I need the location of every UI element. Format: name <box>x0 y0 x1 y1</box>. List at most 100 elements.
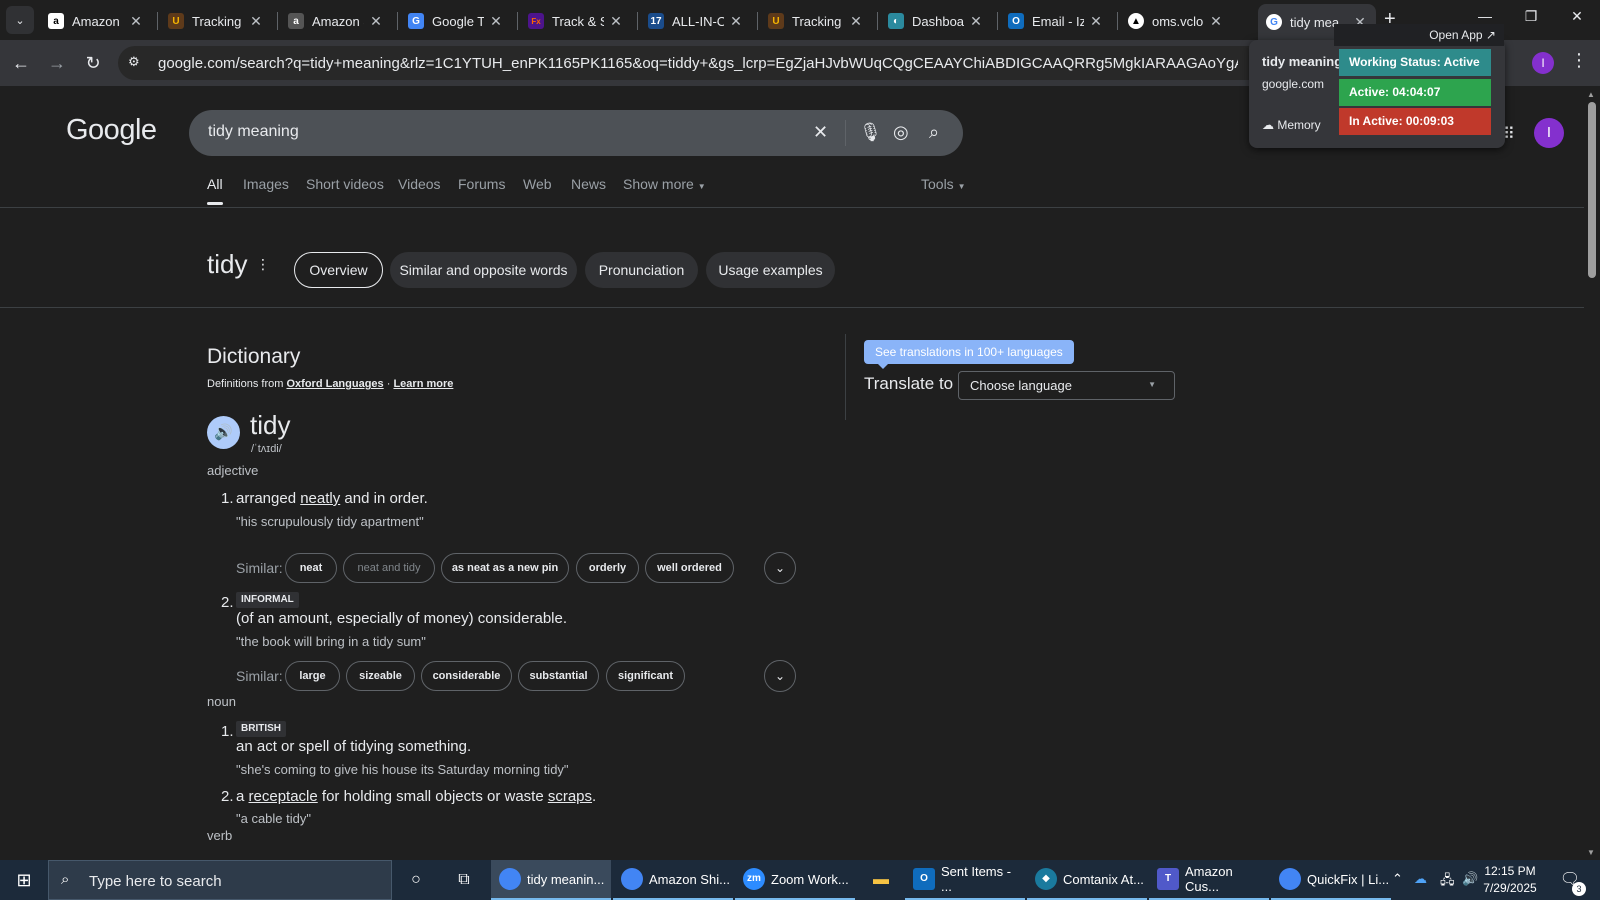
notification-center-icon[interactable]: 🗨 3 <box>1556 866 1586 896</box>
expand-chevron-icon[interactable]: ⌄ <box>764 552 796 584</box>
chrome-icon <box>621 868 643 890</box>
similar-chip[interactable]: considerable <box>421 661 512 691</box>
nav-tab-forums[interactable]: Forums <box>458 176 505 192</box>
language-select[interactable]: Choose language ▼ <box>958 371 1175 400</box>
taskbar-clock[interactable]: 12:15 PM 7/29/2025 <box>1475 863 1545 897</box>
expand-chevron-icon[interactable]: ⌄ <box>764 660 796 692</box>
close-icon[interactable]: ✕ <box>848 13 864 30</box>
close-icon[interactable]: ✕ <box>1088 13 1104 30</box>
file-explorer-icon[interactable]: ▬ <box>857 860 905 900</box>
tab-amazon[interactable]: a Amazon ✕ <box>40 6 152 36</box>
url-text[interactable]: google.com/search?q=tidy+meaning&rlz=1C1… <box>158 55 1238 72</box>
taskbar-app-label: Comtanix At... <box>1063 871 1144 887</box>
scrollbar-thumb[interactable] <box>1588 102 1596 278</box>
close-icon[interactable]: ✕ <box>128 13 144 30</box>
chip-similar-opposite[interactable]: Similar and opposite words <box>390 252 577 288</box>
clear-icon[interactable]: ✕ <box>813 122 828 143</box>
browser-profile-avatar[interactable]: I <box>1532 52 1554 74</box>
scroll-up-icon[interactable]: ▲ <box>1587 90 1595 99</box>
google-account-avatar[interactable]: I <box>1534 118 1564 148</box>
reload-button[interactable]: ↻ <box>80 50 106 76</box>
onedrive-icon[interactable]: ☁ <box>1414 871 1427 887</box>
search-icon[interactable]: ⌕ <box>929 122 939 143</box>
similar-chip[interactable]: neat and tidy <box>343 553 435 583</box>
tab-tracking-ups-2[interactable]: U Tracking | ✕ <box>760 6 872 36</box>
close-icon[interactable]: ✕ <box>968 13 984 30</box>
tab-tracking-ups[interactable]: U Tracking | ✕ <box>160 6 272 36</box>
taskbar-app-comtanix[interactable]: ◆ Comtanix At... <box>1027 860 1147 900</box>
similar-chip[interactable]: neat <box>285 553 337 583</box>
tab-track-fedex[interactable]: Fx Track & S ✕ <box>520 6 632 36</box>
taskbar-app-outlook[interactable]: O Sent Items - ... <box>905 860 1025 900</box>
similar-chip[interactable]: significant <box>606 661 685 691</box>
windows-start-icon[interactable]: ⊞ <box>0 860 48 900</box>
search-box[interactable]: tidy meaning ✕ 🎙 ◎ ⌕ <box>189 110 963 156</box>
back-button[interactable]: ← <box>8 50 34 76</box>
page-scrollbar[interactable]: ▲ ▼ <box>1584 86 1600 860</box>
receptacle-link[interactable]: receptacle <box>249 788 318 805</box>
nav-tab-show-more[interactable]: Show more ▼ <box>623 176 706 192</box>
tab-oms[interactable]: ▲ oms.vclou ✕ <box>1120 6 1232 36</box>
taskbar-app-teams[interactable]: T Amazon Cus... <box>1149 860 1269 900</box>
similar-chip[interactable]: orderly <box>576 553 639 583</box>
taskbar-app-zoom[interactable]: zm Zoom Work... <box>735 860 855 900</box>
tab-google-translate[interactable]: G Google Tr ✕ <box>400 6 512 36</box>
restore-button[interactable]: ❐ <box>1508 8 1554 25</box>
tab-amazon-s[interactable]: a Amazon S ✕ <box>280 6 392 36</box>
chip-overview[interactable]: Overview <box>294 252 383 288</box>
similar-chip[interactable]: substantial <box>518 661 599 691</box>
site-info-icon[interactable]: ⚙ <box>128 54 146 72</box>
chip-pronunciation[interactable]: Pronunciation <box>585 252 698 288</box>
scraps-link[interactable]: scraps <box>548 788 592 805</box>
task-view-icon[interactable]: ⧉ <box>440 860 488 900</box>
lens-icon[interactable]: ◎ <box>893 122 909 143</box>
neatly-link[interactable]: neatly <box>300 490 340 507</box>
browser-menu-icon[interactable]: ⋮ <box>1570 50 1588 71</box>
network-icon[interactable]: 🖧 <box>1440 871 1455 893</box>
oxford-link[interactable]: Oxford Languages <box>286 378 383 390</box>
similar-chip[interactable]: large <box>285 661 340 691</box>
speaker-icon[interactable]: 🔊 <box>207 416 240 449</box>
definition-example: "his scrupulously tidy apartment" <box>236 514 424 529</box>
similar-chip[interactable]: as neat as a new pin <box>441 553 569 583</box>
tab-divider <box>997 12 998 30</box>
close-icon[interactable]: ✕ <box>1208 13 1224 30</box>
taskbar-search[interactable]: ⌕ Type here to search <box>48 860 392 900</box>
similar-chip[interactable]: sizeable <box>346 661 415 691</box>
chip-usage-examples[interactable]: Usage examples <box>706 252 835 288</box>
nav-tab-short-videos[interactable]: Short videos <box>306 176 384 192</box>
taskbar-app-chrome-quickfix[interactable]: QuickFix | Li... <box>1271 860 1391 900</box>
more-options-icon[interactable]: ⋮ <box>256 256 270 273</box>
google-logo[interactable]: Google <box>66 114 157 147</box>
tab-all-in-one[interactable]: 17 ALL-IN-O ✕ <box>640 6 752 36</box>
microphone-icon[interactable]: 🎙 <box>859 122 882 143</box>
open-app-button[interactable]: Open App ↗ <box>1334 24 1504 46</box>
close-icon[interactable]: ✕ <box>488 13 504 30</box>
translations-badge[interactable]: See translations in 100+ languages <box>864 340 1074 369</box>
tab-dashboard[interactable]: ◐ Dashboar ✕ <box>880 6 992 36</box>
tab-search-button[interactable]: ⌄ <box>6 6 34 34</box>
tools-button[interactable]: Tools ▼ <box>921 176 966 192</box>
taskbar-app-chrome-tidy[interactable]: tidy meanin... <box>491 860 611 900</box>
search-input[interactable]: tidy meaning <box>208 123 299 141</box>
forward-button[interactable]: → <box>44 50 70 76</box>
close-icon[interactable]: ✕ <box>368 13 384 30</box>
close-icon[interactable]: ✕ <box>248 13 264 30</box>
nav-tab-all[interactable]: All <box>207 176 223 205</box>
nav-tab-images[interactable]: Images <box>243 176 289 192</box>
minimize-button[interactable]: — <box>1462 8 1508 24</box>
scroll-down-icon[interactable]: ▼ <box>1587 848 1595 857</box>
tray-overflow-icon[interactable]: ⌃ <box>1392 871 1403 887</box>
similar-chip[interactable]: well ordered <box>645 553 734 583</box>
cortana-icon[interactable]: ○ <box>392 860 440 900</box>
taskbar-app-chrome-amazon[interactable]: Amazon Shi... <box>613 860 733 900</box>
nav-tab-news[interactable]: News <box>571 176 606 192</box>
pronunciation: /ˈtʌɪdi/ <box>251 443 282 455</box>
tab-email[interactable]: O Email - Iz ✕ <box>1000 6 1112 36</box>
learn-more-link[interactable]: Learn more <box>393 378 453 390</box>
close-icon[interactable]: ✕ <box>608 13 624 30</box>
close-icon[interactable]: ✕ <box>728 13 744 30</box>
close-window-button[interactable]: ✕ <box>1554 8 1600 25</box>
nav-tab-videos[interactable]: Videos <box>398 176 441 192</box>
nav-tab-web[interactable]: Web <box>523 176 552 192</box>
